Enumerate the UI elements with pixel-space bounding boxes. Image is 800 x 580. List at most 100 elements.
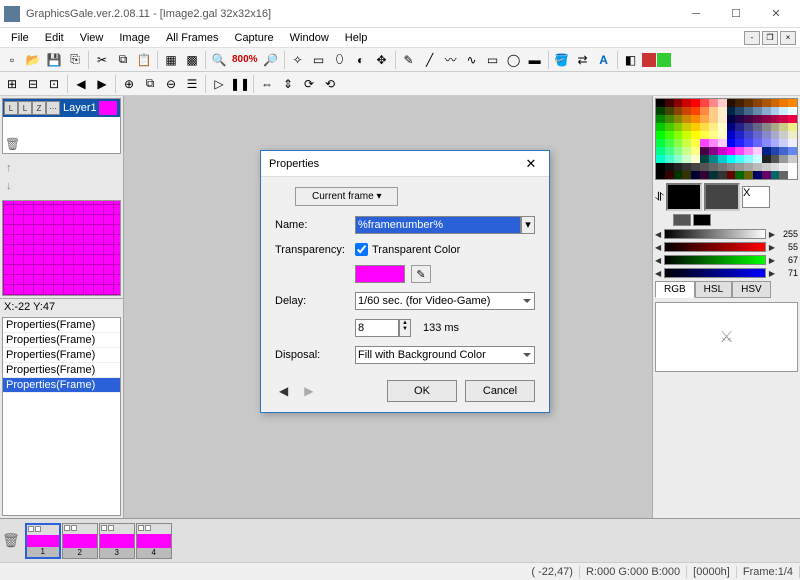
palette-cell[interactable] — [744, 123, 753, 131]
onion-icon[interactable]: ⊞ — [2, 74, 22, 94]
palette-cell[interactable] — [779, 155, 788, 163]
palette-cell[interactable] — [674, 139, 683, 147]
preview-canvas[interactable] — [2, 200, 121, 296]
palette-cell[interactable] — [700, 139, 709, 147]
menu-view[interactable]: View — [73, 31, 111, 45]
palette-cell[interactable] — [682, 99, 691, 107]
palette-cell[interactable] — [709, 171, 718, 179]
palette-cell[interactable] — [691, 123, 700, 131]
palette-cell[interactable] — [779, 99, 788, 107]
background-swatch[interactable] — [704, 183, 740, 211]
palette-cell[interactable] — [656, 147, 665, 155]
new-icon[interactable]: ▫ — [2, 50, 22, 70]
palette-cell[interactable] — [665, 107, 674, 115]
cancel-button[interactable]: Cancel — [465, 380, 535, 402]
menu-image[interactable]: Image — [112, 31, 157, 45]
palette-cell[interactable] — [682, 123, 691, 131]
name-field[interactable] — [355, 216, 521, 234]
palette-cell[interactable] — [691, 131, 700, 139]
palette-cell[interactable] — [691, 115, 700, 123]
palette-cell[interactable] — [753, 139, 762, 147]
magicwand-icon[interactable]: ✧ — [288, 50, 308, 70]
zoom-level[interactable]: 800% — [230, 54, 260, 65]
palette-cell[interactable] — [665, 147, 674, 155]
palette-cell[interactable] — [718, 107, 727, 115]
tab-hsv[interactable]: HSV — [732, 281, 771, 298]
palette-cell[interactable] — [718, 115, 727, 123]
palette-cell[interactable] — [691, 147, 700, 155]
open-icon[interactable]: 📂 — [23, 50, 43, 70]
next-icon[interactable]: ▶ — [92, 74, 112, 94]
color-palette[interactable] — [655, 98, 798, 180]
current-frame-tab[interactable]: Current frame ▾ — [295, 187, 398, 206]
palette-cell[interactable] — [682, 155, 691, 163]
palette-cell[interactable] — [788, 123, 797, 131]
palette-cell[interactable] — [674, 131, 683, 139]
palette-cell[interactable] — [691, 163, 700, 171]
palette-cell[interactable] — [771, 107, 780, 115]
move-icon[interactable]: ✥ — [372, 50, 392, 70]
frame-thumb[interactable]: 4 — [136, 523, 172, 559]
palette-cell[interactable] — [674, 115, 683, 123]
color1-icon[interactable] — [642, 53, 656, 67]
zoomin-icon[interactable]: 🔎 — [261, 50, 281, 70]
palette-cell[interactable] — [674, 123, 683, 131]
tab-hsl[interactable]: HSL — [695, 281, 732, 298]
palette-cell[interactable] — [682, 163, 691, 171]
palette-cell[interactable] — [779, 115, 788, 123]
palette-cell[interactable] — [788, 99, 797, 107]
palette-cell[interactable] — [718, 99, 727, 107]
lasso-icon[interactable]: ⬯ — [330, 50, 350, 70]
pencil-icon[interactable]: ✎ — [399, 50, 419, 70]
palette-cell[interactable] — [735, 99, 744, 107]
palette-cell[interactable] — [753, 107, 762, 115]
palette-cell[interactable] — [788, 131, 797, 139]
aux-swatch-1[interactable] — [673, 214, 691, 226]
palette-cell[interactable] — [665, 131, 674, 139]
palette-cell[interactable] — [682, 115, 691, 123]
ellipse-icon[interactable]: ◯ — [504, 50, 524, 70]
frame-thumb[interactable]: 1 — [25, 523, 61, 559]
line-icon[interactable]: ╱ — [420, 50, 440, 70]
palette-cell[interactable] — [762, 139, 771, 147]
palette-cell[interactable] — [735, 115, 744, 123]
palette-cell[interactable] — [753, 131, 762, 139]
tab-rgb[interactable]: RGB — [655, 281, 695, 298]
palette-cell[interactable] — [788, 155, 797, 163]
curve-icon[interactable]: 〰 — [441, 50, 461, 70]
palette-cell[interactable] — [762, 147, 771, 155]
palette-cell[interactable] — [762, 123, 771, 131]
palette-cell[interactable] — [674, 107, 683, 115]
palette-cell[interactable] — [744, 147, 753, 155]
maximize-button[interactable]: ☐ — [716, 2, 756, 26]
mdi-restore-button[interactable]: ❐ — [762, 31, 778, 45]
palette-cell[interactable] — [735, 163, 744, 171]
palette-cell[interactable] — [709, 155, 718, 163]
palette-cell[interactable] — [753, 171, 762, 179]
palette-cell[interactable] — [656, 131, 665, 139]
palette-cell[interactable] — [718, 123, 727, 131]
saveall-icon[interactable]: ⎘ — [65, 50, 85, 70]
palette-cell[interactable] — [700, 99, 709, 107]
palette-cell[interactable] — [753, 99, 762, 107]
right-tri-icon[interactable]: ▶ — [769, 230, 775, 239]
layer-more-icon[interactable]: ⋯ — [46, 101, 60, 115]
palette-cell[interactable] — [735, 155, 744, 163]
palette-cell[interactable] — [682, 147, 691, 155]
palette-cell[interactable] — [771, 99, 780, 107]
play-icon[interactable]: ▷ — [209, 74, 229, 94]
palette-cell[interactable] — [771, 147, 780, 155]
palette-cell[interactable] — [779, 171, 788, 179]
palette-cell[interactable] — [682, 107, 691, 115]
left-tri-icon[interactable]: ◀ — [655, 230, 661, 239]
zoomout-icon[interactable]: 🔍 — [209, 50, 229, 70]
b-slider[interactable]: ◀▶ 71 — [655, 268, 798, 278]
palette-cell[interactable] — [709, 163, 718, 171]
palette-cell[interactable] — [753, 123, 762, 131]
palette-cell[interactable] — [727, 123, 736, 131]
palette-cell[interactable] — [656, 123, 665, 131]
palette-cell[interactable] — [735, 131, 744, 139]
save-icon[interactable]: 💾 — [44, 50, 64, 70]
palette-cell[interactable] — [665, 163, 674, 171]
rotate-icon[interactable]: ⟳ — [299, 74, 319, 94]
